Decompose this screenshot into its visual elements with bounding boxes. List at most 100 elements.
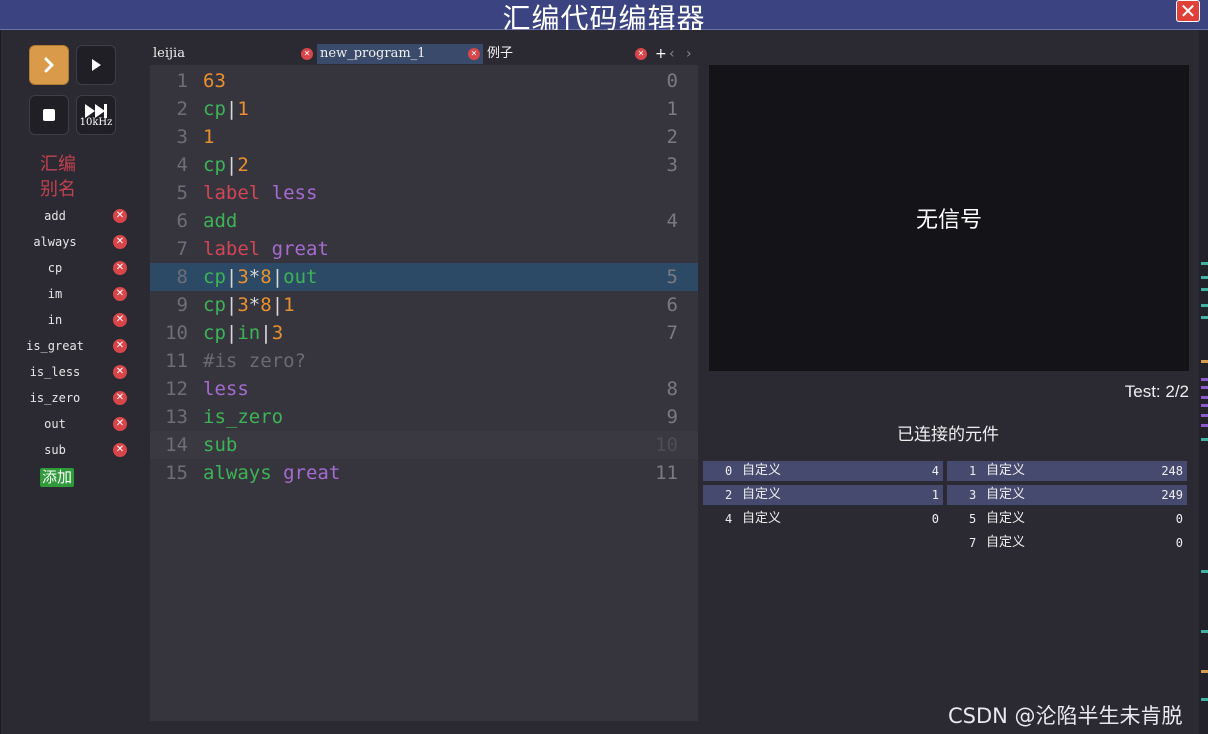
delete-alias-icon[interactable]: ✕ [113,339,127,353]
component-name: 自定义 [742,463,782,478]
run-button[interactable] [29,45,69,85]
code-token: cp [203,98,226,120]
close-tab-icon[interactable]: ✕ [468,48,480,60]
code-line[interactable]: 11 #is zero? [150,347,698,375]
scroll-marker [1201,360,1208,363]
component-index: 3 [969,488,977,502]
code-text: cp|3*8|out [203,263,317,291]
close-tab-icon[interactable]: ✕ [635,48,647,60]
component-value: 4 [931,464,939,478]
delete-alias-icon[interactable]: ✕ [113,209,127,223]
tab-scroll-left-icon[interactable]: ‹ [669,44,675,64]
code-token: #is zero? [203,350,306,372]
alias-item[interactable]: in ✕ [15,311,135,331]
close-tab-icon[interactable]: ✕ [301,48,313,60]
instruction-address: 1 [666,98,678,120]
code-token: 1 [203,126,215,148]
component-item[interactable]: 5 自定义 0 [947,509,1187,529]
alias-item[interactable]: is_less ✕ [15,363,135,383]
alias-item[interactable]: sub ✕ [15,441,135,461]
alias-item[interactable]: is_great ✕ [15,337,135,357]
tab-leijia[interactable]: leijia ✕ [150,44,316,64]
component-item[interactable]: 3 自定义 249 [947,485,1187,505]
add-tab-button[interactable]: + [655,44,667,64]
code-line[interactable]: 2 cp|1 1 [150,95,698,123]
delete-alias-icon[interactable]: ✕ [113,313,127,327]
component-name: 自定义 [742,511,782,526]
tab-examples[interactable]: 例子 ✕ [484,44,650,64]
delete-alias-icon[interactable]: ✕ [113,287,127,301]
instruction-address: 0 [666,70,678,92]
code-line[interactable]: 6 add 4 [150,207,698,235]
code-line[interactable]: 9 cp|3*8|1 6 [150,291,698,319]
code-line[interactable]: 4 cp|2 3 [150,151,698,179]
tab-new-program-1[interactable]: new_program_1 ✕ [317,44,483,64]
code-token: 1 [237,98,249,120]
component-item[interactable]: 1 自定义 248 [947,461,1187,481]
code-line[interactable]: 7 label great [150,235,698,263]
scroll-marker [1201,386,1208,389]
code-text: always great [203,459,340,487]
code-token: out [283,266,318,288]
step-button[interactable] [76,45,116,85]
stop-button[interactable] [29,95,69,135]
code-line[interactable]: 31 2 [150,123,698,151]
code-token: great [283,462,341,484]
code-line[interactable]: 12 less 8 [150,375,698,403]
alias-name: is_zero [29,391,81,405]
delete-alias-icon[interactable]: ✕ [113,235,127,249]
component-item[interactable]: 4 自定义 0 [703,509,943,529]
code-line[interactable]: 10 cp|in|3 7 [150,319,698,347]
alias-item[interactable]: out ✕ [15,415,135,435]
code-editor[interactable]: 1 63 0 2 cp|1 1 3 1 2 4 cp|2 3 5 label less 6 add 4 7 labe… [150,65,698,721]
alias-item[interactable]: is_zero ✕ [15,389,135,409]
scroll-marker [1201,288,1208,291]
component-index: 4 [725,512,733,526]
component-item[interactable]: 7 自定义 0 [947,533,1187,553]
alias-name: out [44,417,66,431]
instruction-address: 11 [655,462,678,484]
code-line[interactable]: 13 is_zero 9 [150,403,698,431]
delete-alias-icon[interactable]: ✕ [113,261,127,275]
line-number: 12 [165,378,188,400]
component-item[interactable]: 2 自定义 1 [703,485,943,505]
code-token: | [225,294,238,316]
tab-scroll-right-icon[interactable]: › [686,44,692,64]
code-line[interactable]: 14 sub 10 [150,431,698,459]
code-line[interactable]: 15 always great 11 [150,459,698,487]
component-name: 自定义 [986,535,1026,550]
code-token: in [237,322,261,344]
delete-alias-icon[interactable]: ✕ [113,391,127,405]
code-token: less [271,182,318,204]
alias-section-title: 汇编别名 [40,154,76,200]
alias-item[interactable]: im ✕ [15,285,135,305]
delete-alias-icon[interactable]: ✕ [113,365,127,379]
component-item[interactable]: 0 自定义 4 [703,461,943,481]
close-icon: ✕ [1179,0,1197,23]
component-value: 1 [931,488,939,502]
component-name: 自定义 [742,487,782,502]
code-line[interactable]: 8 cp|3*8|out 5 [150,263,698,291]
code-line[interactable]: 5 label less [150,179,698,207]
code-text: label less [203,179,317,207]
line-number: 7 [176,238,188,260]
add-alias-button[interactable]: 添加 [40,468,75,487]
code-line[interactable]: 1 63 0 [150,67,698,95]
delete-alias-icon[interactable]: ✕ [113,443,127,457]
speed-button[interactable]: 10kHz [76,95,116,135]
alias-item[interactable]: add ✕ [15,207,135,227]
alias-name: im [47,287,63,301]
line-number: 3 [176,126,188,148]
alias-item[interactable]: cp ✕ [15,259,135,279]
alias-item[interactable]: always ✕ [15,233,135,253]
alias-name: is_less [29,365,81,379]
scroll-marker [1201,698,1208,701]
code-token: 3 [271,322,284,344]
line-number: 2 [176,98,188,120]
component-index: 5 [969,512,977,526]
component-index: 2 [725,488,733,502]
delete-alias-icon[interactable]: ✕ [113,417,127,431]
close-button[interactable]: ✕ [1176,0,1200,22]
